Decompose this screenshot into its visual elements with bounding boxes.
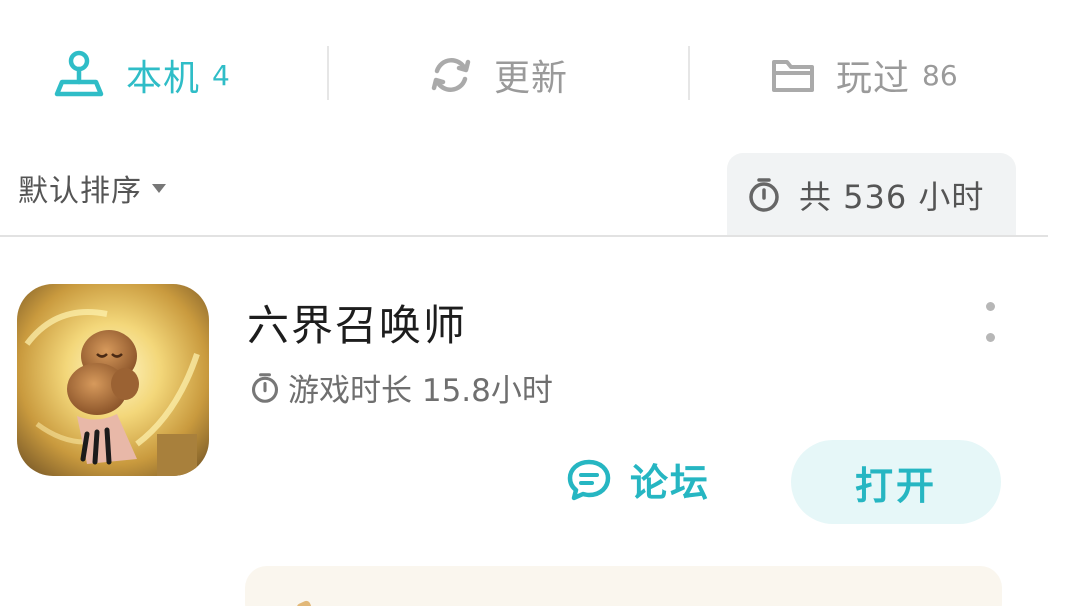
tab-played-label: 玩过 [836,58,911,99]
tab-divider [688,46,690,100]
stopwatch-icon [749,178,779,212]
game-playtime-label: 游戏时长 15.8小时 [288,373,553,409]
tab-update-label: 更新 [494,58,569,99]
game-icon[interactable] [17,284,209,476]
tab-bar: 本机 4 更新 玩过 86 [0,0,1080,150]
tab-local-count: 4 [212,58,230,92]
stopwatch-icon [251,372,279,403]
chat-bubble-icon [567,459,611,500]
tab-update[interactable]: 更新 [428,40,568,110]
section-divider [0,235,1048,237]
total-playtime-badge: 共 536 小时 [727,153,1016,237]
more-dots-icon [985,302,995,311]
refresh-icon [431,58,471,92]
game-title[interactable]: 六界召唤师 [247,292,467,353]
promo-card[interactable] [245,566,1002,606]
sort-label: 默认排序 [18,174,142,209]
forum-button[interactable]: 论坛 [566,452,710,507]
folder-icon [772,60,814,92]
tab-local[interactable]: 本机 4 [52,40,230,110]
joystick-icon [54,50,104,97]
more-dots-icon [985,333,995,342]
sort-dropdown[interactable]: 默认排序 [18,166,166,210]
tab-played[interactable]: 玩过 86 [770,40,958,110]
tab-local-label: 本机 [126,58,201,99]
more-options-button[interactable] [982,302,998,342]
forum-button-label: 论坛 [630,461,711,505]
total-playtime-label: 共 536 小时 [799,178,985,216]
open-game-button[interactable]: 打开 [791,440,1001,524]
tab-divider [327,46,329,100]
caret-down-icon [152,183,166,193]
open-button-label: 打开 [854,463,937,508]
tab-played-count: 86 [922,58,958,92]
game-playtime: 游戏时长 15.8小时 [250,365,553,410]
promo-decoration-icon [295,599,313,606]
